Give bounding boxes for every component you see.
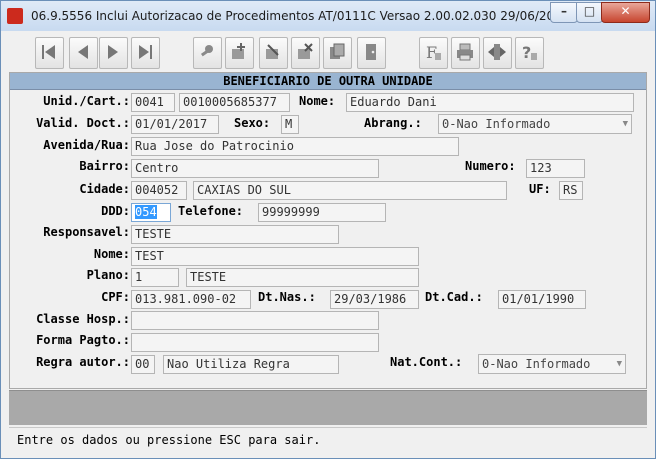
regra-code-field[interactable]: 00 bbox=[131, 355, 155, 374]
help-icon: ? bbox=[522, 43, 537, 61]
form-panel: BENEFICIARIO DE OUTRA UNIDADE Unid./Cart… bbox=[9, 72, 647, 389]
filter-button[interactable]: F bbox=[419, 37, 448, 69]
avenida-field[interactable]: Rua Jose do Patrocinio bbox=[131, 137, 459, 156]
previous-record-button[interactable] bbox=[69, 37, 98, 69]
valid-doct-label: Valid. Doct.: bbox=[36, 116, 130, 130]
app-icon bbox=[7, 8, 23, 24]
filter-icon: F bbox=[426, 43, 441, 61]
printer-icon bbox=[457, 43, 473, 61]
bairro-label: Bairro: bbox=[79, 159, 130, 173]
cidade-code-field[interactable]: 004052 bbox=[131, 181, 187, 200]
navigate-button[interactable] bbox=[483, 37, 512, 69]
copy-record-button[interactable] bbox=[323, 37, 352, 69]
classe-hosp-field[interactable] bbox=[131, 311, 379, 330]
chevron-down-icon: ▼ bbox=[622, 119, 628, 129]
regra-name-field[interactable]: Nao Utiliza Regra bbox=[163, 355, 339, 374]
form-header: BENEFICIARIO DE OUTRA UNIDADE bbox=[10, 73, 646, 90]
valid-doct-field[interactable]: 01/01/2017 bbox=[131, 115, 219, 134]
sexo-label: Sexo: bbox=[234, 116, 271, 130]
dt-cad-field[interactable]: 01/01/1990 bbox=[498, 290, 586, 309]
first-record-button[interactable] bbox=[35, 37, 64, 69]
edit-record-icon bbox=[266, 44, 279, 59]
unid-field[interactable]: 0041 bbox=[131, 93, 175, 112]
nat-cont-select[interactable]: 0-Nao Informado ▼ bbox=[478, 354, 626, 374]
svg-text:?: ? bbox=[522, 43, 531, 61]
telefone-field[interactable]: 99999999 bbox=[258, 203, 386, 222]
plano-label: Plano: bbox=[86, 268, 130, 282]
numero-field[interactable]: 123 bbox=[526, 159, 585, 178]
next-record-icon bbox=[108, 45, 118, 59]
last-record-icon bbox=[139, 45, 152, 59]
minimize-button[interactable]: – bbox=[550, 2, 578, 23]
ddd-field[interactable]: 054 bbox=[131, 203, 171, 222]
abrang-label: Abrang.: bbox=[364, 116, 422, 130]
forma-pagto-field[interactable] bbox=[131, 333, 379, 352]
delete-record-icon bbox=[298, 43, 313, 59]
cidade-label: Cidade: bbox=[79, 182, 130, 196]
first-record-icon bbox=[42, 45, 55, 59]
add-record-icon bbox=[232, 43, 245, 59]
bairro-field[interactable]: Centro bbox=[131, 159, 379, 178]
dt-nas-label: Dt.Nas.: bbox=[258, 290, 316, 304]
exit-door-button[interactable] bbox=[357, 37, 386, 69]
cpf-field[interactable]: 013.981.090-02 bbox=[131, 290, 251, 309]
dt-cad-label: Dt.Cad.: bbox=[425, 290, 483, 304]
add-record-button[interactable] bbox=[225, 37, 254, 69]
nome-responsavel-field[interactable]: TEST bbox=[131, 247, 419, 266]
help-button[interactable]: ? bbox=[515, 37, 544, 69]
nat-cont-value: 0-Nao Informado bbox=[482, 357, 591, 371]
abrang-select[interactable]: 0-Nao Informado ▼ bbox=[438, 114, 632, 134]
regra-autor-label: Regra autor.: bbox=[36, 355, 130, 369]
status-bar: Entre os dados ou pressione ESC para sai… bbox=[9, 427, 647, 451]
nome-field[interactable]: Eduardo Dani bbox=[346, 93, 634, 112]
ddd-label: DDD: bbox=[101, 204, 130, 218]
print-button[interactable] bbox=[451, 37, 480, 69]
edit-record-button[interactable] bbox=[259, 37, 288, 69]
window-title: 06.9.5556 Inclui Autorizacao de Procedim… bbox=[31, 9, 601, 23]
nome-responsavel-label: Nome: bbox=[93, 247, 130, 261]
plano-name-field[interactable]: TESTE bbox=[186, 268, 419, 287]
copy-record-icon bbox=[330, 43, 345, 59]
abrang-value: 0-Nao Informado bbox=[442, 117, 551, 131]
nome-label: Nome: bbox=[299, 94, 336, 108]
title-bar[interactable]: 06.9.5556 Inclui Autorizacao de Procedim… bbox=[1, 1, 655, 31]
navigate-icon bbox=[488, 44, 506, 60]
close-button[interactable]: ✕ bbox=[601, 2, 650, 23]
avenida-label: Avenida/Rua: bbox=[43, 138, 130, 152]
delete-record-button[interactable] bbox=[291, 37, 320, 69]
maximize-button[interactable]: □ bbox=[576, 2, 603, 23]
numero-label: Numero: bbox=[465, 159, 516, 173]
uf-label: UF: bbox=[529, 182, 551, 196]
cart-field[interactable]: 0010005685377 bbox=[179, 93, 290, 112]
cidade-name-field[interactable]: CAXIAS DO SUL bbox=[193, 181, 507, 200]
forma-pagto-label: Forma Pagto.: bbox=[36, 333, 130, 347]
telefone-label: Telefone: bbox=[178, 204, 244, 218]
toolbar: F ? bbox=[9, 34, 647, 72]
message-area bbox=[9, 390, 647, 425]
next-record-button[interactable] bbox=[99, 37, 128, 69]
cpf-label: CPF: bbox=[101, 290, 130, 304]
nat-cont-label: Nat.Cont.: bbox=[390, 355, 463, 369]
responsavel-label: Responsavel: bbox=[43, 225, 130, 239]
dt-nas-field[interactable]: 29/03/1986 bbox=[330, 290, 419, 309]
ddd-value: 054 bbox=[135, 205, 157, 219]
previous-record-icon bbox=[78, 45, 88, 59]
app-window: 06.9.5556 Inclui Autorizacao de Procedim… bbox=[0, 0, 656, 459]
last-record-button[interactable] bbox=[131, 37, 160, 69]
classe-hosp-label: Classe Hosp.: bbox=[36, 312, 130, 326]
chevron-down-icon: ▼ bbox=[616, 359, 622, 369]
door-icon bbox=[366, 44, 376, 60]
key-icon bbox=[200, 45, 213, 57]
sexo-field[interactable]: M bbox=[281, 115, 299, 134]
plano-code-field[interactable]: 1 bbox=[131, 268, 179, 287]
unid-cart-label: Unid./Cart.: bbox=[43, 94, 130, 108]
responsavel-field[interactable]: TESTE bbox=[131, 225, 339, 244]
search-key-button[interactable] bbox=[193, 37, 222, 69]
uf-field[interactable]: RS bbox=[559, 181, 583, 200]
